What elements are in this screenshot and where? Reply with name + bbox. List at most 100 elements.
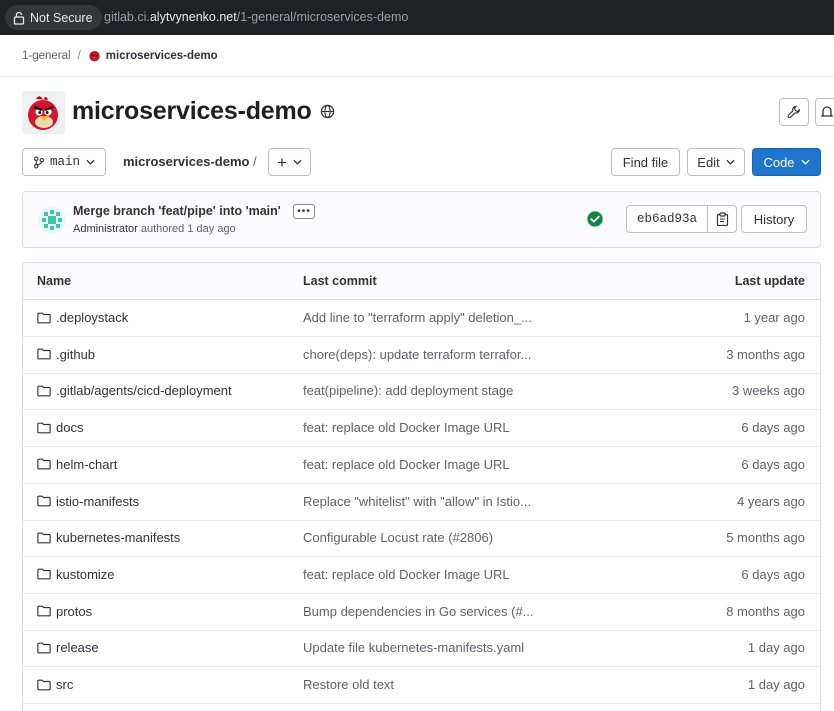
commit-sha-button[interactable]: eb6ad93a (626, 205, 708, 233)
commit-title-link[interactable]: Merge branch 'feat/pipe' into 'main' (73, 204, 281, 218)
find-file-button[interactable]: Find file (611, 148, 680, 176)
last-update-time: 5 months ago (726, 530, 805, 546)
commit-authored-text: authored (140, 223, 185, 235)
page-title: microservices-demo (72, 97, 312, 125)
folder-name: istio-manifests (56, 493, 140, 509)
last-commit-link[interactable]: Configurable Locust rate (#2806) (303, 530, 493, 545)
edit-label: Edit (697, 154, 720, 170)
folder-icon (37, 422, 51, 433)
table-row[interactable]: release Update file kubernetes-manifests.… (23, 630, 820, 668)
last-commit-link[interactable]: Bump dependencies in Go services (#... (303, 604, 534, 619)
add-to-tree-button[interactable]: + (268, 148, 311, 176)
user-avatar[interactable] (38, 206, 66, 234)
file-name-link[interactable]: .github (37, 347, 95, 362)
copy-sha-button[interactable] (708, 205, 737, 233)
branch-icon (33, 156, 44, 168)
last-update-time: 1 day ago (747, 677, 805, 692)
notifications-button[interactable] (815, 98, 834, 126)
wrench-icon (787, 105, 800, 119)
table-row[interactable]: helm-chart feat: replace old Docker Image… (23, 447, 820, 484)
table-row[interactable]: src Restore old text 1 day ago (23, 667, 820, 704)
url-text[interactable]: gitlab.ci.alytvynenko.net/1-general/micr… (104, 10, 408, 24)
last-update-time: 8 months ago (726, 603, 805, 619)
file-name-link[interactable]: protos (37, 604, 92, 619)
file-name-link[interactable]: .gitlab/agents/cicd-deployment (37, 383, 232, 398)
folder-name: protos (56, 603, 93, 619)
folder-name: src (56, 677, 74, 692)
last-commit-panel: Merge branch 'feat/pipe' into 'main' •••… (22, 191, 821, 248)
breadcrumb-separator: / (77, 49, 81, 62)
bell-icon (820, 106, 833, 117)
clipboard-icon (716, 212, 728, 226)
file-name-link[interactable]: kubernetes-manifests (37, 530, 180, 545)
file-name-link[interactable]: src (37, 677, 73, 692)
commit-author-link[interactable]: Administrator (73, 223, 138, 235)
last-commit-link[interactable]: Restore old text (303, 677, 394, 692)
chevron-down-icon (726, 159, 735, 165)
folder-icon (37, 605, 51, 617)
last-commit-link[interactable]: chore(deps): update terraform terrafor..… (303, 347, 531, 362)
chevron-down-icon (293, 159, 302, 165)
commit-sha-group: eb6ad93a (626, 205, 737, 233)
security-indicator[interactable]: Not Secure (5, 5, 102, 30)
code-dropdown-button[interactable]: Code (752, 148, 821, 176)
folder-icon (37, 458, 51, 470)
folder-icon (37, 312, 51, 323)
branch-name: main (49, 155, 80, 169)
table-row[interactable]: .github chore(deps): update terraform ter… (23, 337, 820, 374)
last-update-time: 4 years ago (737, 493, 805, 509)
last-commit-link[interactable]: feat(pipeline): add deployment stage (303, 383, 513, 398)
last-update-time: 3 weeks ago (732, 383, 805, 399)
last-update-time: 6 days ago (741, 420, 805, 436)
breadcrumb-project-link[interactable]: microservices-demo (106, 50, 218, 62)
breadcrumb-group-link[interactable]: 1-general (22, 50, 71, 62)
last-commit-link[interactable]: feat: replace old Docker Image URL (303, 457, 510, 472)
last-commit-link[interactable]: Replace "whitelist" with "allow" in Isti… (303, 494, 531, 509)
pipeline-passed-icon[interactable] (586, 210, 604, 228)
column-header-last-commit: Last commit (303, 274, 377, 288)
find-file-label: Find file (622, 154, 669, 170)
file-name-link[interactable]: docs (37, 420, 83, 435)
file-name-link[interactable]: istio-manifests (37, 494, 139, 509)
project-avatar-small-icon (89, 50, 100, 62)
history-button[interactable]: History (741, 205, 807, 233)
folder-icon (37, 642, 51, 654)
repository-path[interactable]: microservices-demo (123, 154, 249, 169)
branch-selector[interactable]: main (22, 148, 106, 176)
last-update-time: 1 year ago (743, 310, 805, 325)
table-row[interactable]: protos Bump dependencies in Go services (… (23, 594, 820, 631)
folder-icon (37, 569, 51, 580)
table-row[interactable]: docs feat: replace old Docker Image URL 6 … (23, 410, 820, 448)
file-name-link[interactable]: helm-chart (37, 457, 117, 472)
table-row[interactable]: kustomize feat: replace old Docker Image … (23, 557, 820, 594)
table-row[interactable]: istio-manifests Replace "whitelist" with … (23, 484, 820, 521)
globe-icon[interactable] (320, 104, 335, 119)
browser-url-bar[interactable]: Not Secure gitlab.ci.alytvynenko.net/1-g… (0, 0, 834, 35)
file-name-link[interactable]: kustomize (37, 567, 115, 582)
commit-meta: Administrator authored 1 day ago (73, 223, 236, 235)
last-update-time: 1 day ago (747, 640, 805, 656)
folder-icon (37, 495, 51, 507)
commit-time: 1 day ago (187, 223, 236, 235)
edit-dropdown-button[interactable]: Edit (687, 148, 745, 176)
last-update-time: 3 months ago (726, 346, 805, 362)
folder-name: docs (56, 420, 84, 436)
last-commit-link[interactable]: feat: replace old Docker Image URL (303, 420, 510, 435)
security-label: Not Secure (30, 10, 93, 25)
table-row[interactable]: .gitlab/agents/cicd-deployment feat(pipel… (23, 373, 820, 411)
lock-warning-icon (13, 11, 25, 25)
last-update-time: 6 days ago (741, 456, 805, 472)
last-commit-link[interactable]: Update file kubernetes-manifests.yaml (303, 640, 524, 655)
folder-name: .github (56, 346, 96, 362)
file-name-link[interactable]: release (37, 640, 99, 655)
last-commit-link[interactable]: feat: replace old Docker Image URL (303, 567, 510, 582)
table-row[interactable]: .deploystack Add line to "terraform apply… (23, 300, 820, 337)
url-host: alytvynenko.net (149, 10, 237, 24)
table-row[interactable]: kubernetes-manifests Configurable Locust … (23, 520, 820, 558)
project-settings-button[interactable] (779, 98, 809, 126)
angry-bird-icon (22, 91, 65, 134)
file-name-link[interactable]: .deploystack (37, 310, 128, 325)
toggle-commit-description-button[interactable]: ••• (293, 204, 315, 219)
last-commit-link[interactable]: Add line to "terraform apply" deletion_.… (303, 310, 532, 325)
file-tree-table: Name Last commit Last update .deploystac… (22, 262, 821, 711)
